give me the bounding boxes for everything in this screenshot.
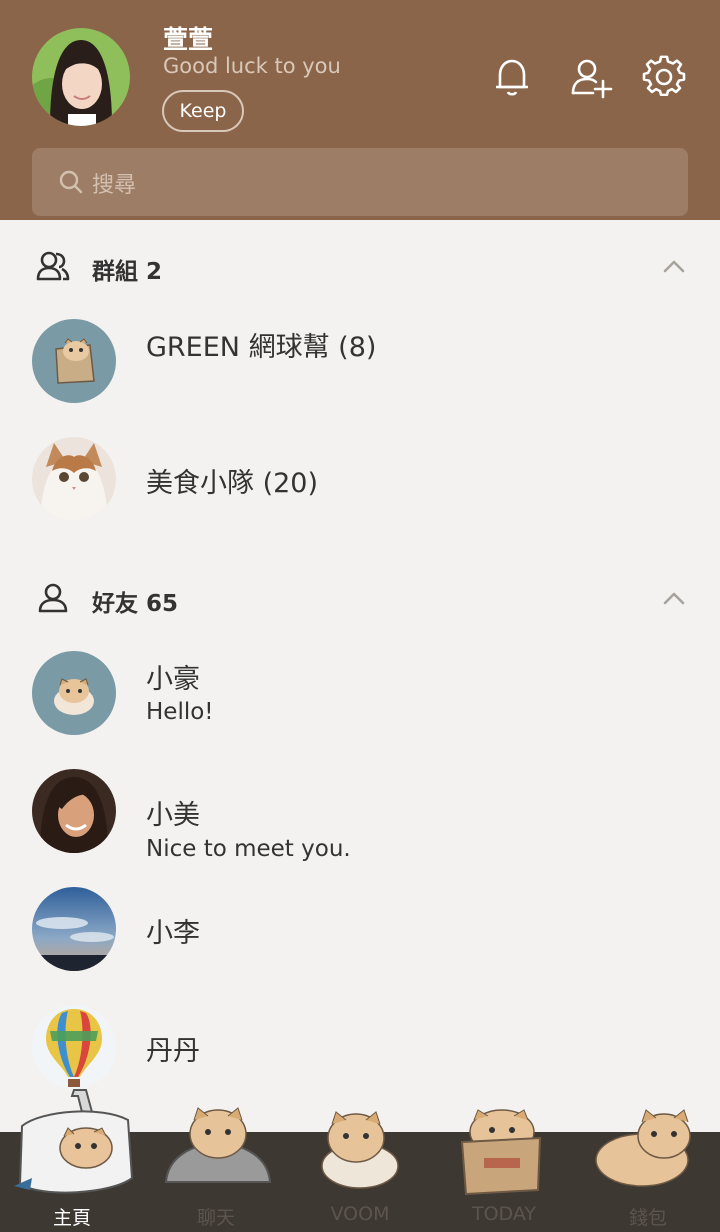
search-input[interactable]: 搜尋 xyxy=(32,148,688,216)
bell-icon[interactable] xyxy=(490,55,534,99)
list-item[interactable]: 小美 Nice to meet you. xyxy=(0,761,720,862)
groups-section-header[interactable]: 群組 2 xyxy=(0,236,720,296)
list-item[interactable]: GREEN 網球幫 (8) xyxy=(0,311,720,411)
profile-header: 萱萱 Good luck to you Keep 搜尋 xyxy=(0,0,720,220)
list-item[interactable]: 美食小隊 (20) xyxy=(0,429,720,529)
friends-section-header[interactable]: 好友 65 xyxy=(0,568,720,628)
friends-title: 好友 65 xyxy=(92,591,179,617)
friend-status-message: Hello! xyxy=(146,699,214,725)
profile-name: 萱萱 xyxy=(163,25,214,54)
nav-label: 錢包 xyxy=(628,1207,667,1229)
friend-avatar xyxy=(32,769,116,853)
chevron-up-icon[interactable] xyxy=(660,588,688,608)
search-icon xyxy=(59,170,83,194)
friend-name: 小李 xyxy=(146,918,200,949)
friend-name: 小美 xyxy=(146,800,200,831)
friend-name: 小豪 xyxy=(146,664,200,695)
list-item[interactable]: 小李 xyxy=(0,879,720,979)
profile-avatar[interactable] xyxy=(32,28,130,126)
group-name: 美食小隊 (20) xyxy=(146,468,319,499)
person-icon xyxy=(38,583,68,613)
group-avatar xyxy=(32,437,116,521)
add-friend-icon[interactable] xyxy=(569,55,613,99)
search-placeholder: 搜尋 xyxy=(92,173,137,198)
friend-avatar xyxy=(32,1005,116,1089)
voom-cat-icon[interactable] xyxy=(312,1106,408,1192)
group-avatar xyxy=(32,319,116,403)
chevron-up-icon[interactable] xyxy=(660,256,688,276)
friend-status-message: Nice to meet you. xyxy=(146,836,351,862)
group-icon xyxy=(36,251,70,281)
today-cat-icon[interactable] xyxy=(456,1106,546,1198)
profile-status-message[interactable]: Good luck to you xyxy=(163,54,341,78)
list-item[interactable]: 丹丹 xyxy=(0,997,720,1097)
friend-avatar xyxy=(32,887,116,971)
chat-cat-icon[interactable] xyxy=(160,1098,276,1188)
gear-icon[interactable] xyxy=(642,55,686,99)
nav-label: 聊天 xyxy=(196,1207,235,1229)
nav-label: 主頁 xyxy=(52,1207,91,1229)
group-name: GREEN 網球幫 (8) xyxy=(146,332,377,363)
keep-button[interactable]: Keep xyxy=(162,90,244,132)
nav-label: VOOM xyxy=(330,1203,390,1225)
nav-label: TODAY xyxy=(472,1203,536,1225)
friend-avatar xyxy=(32,651,116,735)
home-cat-icon[interactable] xyxy=(12,1086,136,1202)
list-item[interactable]: 小豪 Hello! xyxy=(0,643,720,743)
wallet-cat-icon[interactable] xyxy=(592,1104,708,1190)
friend-name: 丹丹 xyxy=(146,1036,200,1067)
groups-title: 群組 2 xyxy=(92,259,163,285)
